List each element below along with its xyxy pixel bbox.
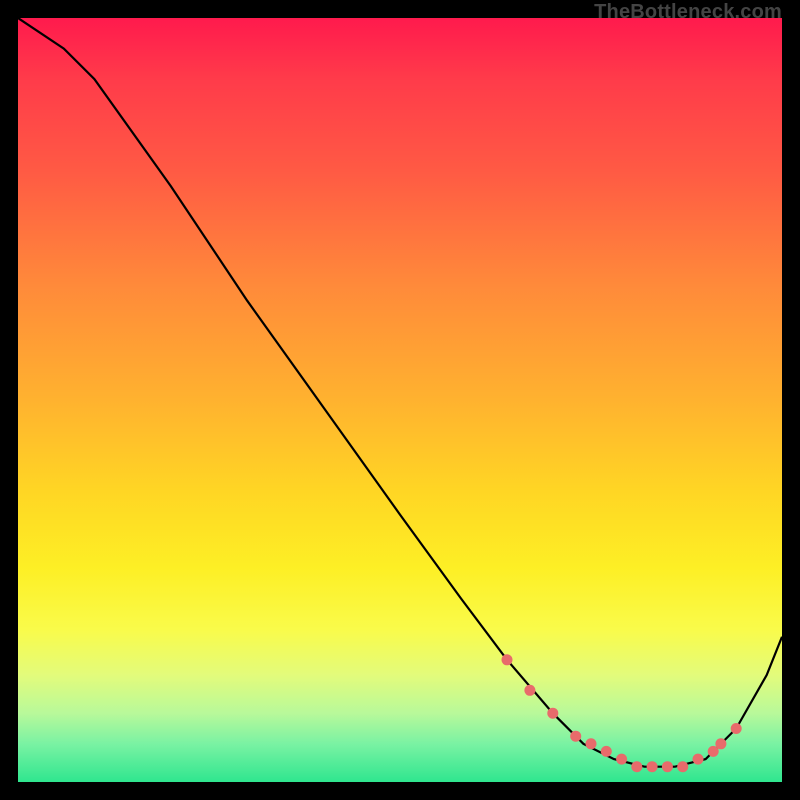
marker-dot <box>647 761 658 772</box>
frame: TheBottleneck.com <box>0 0 800 800</box>
marker-dot <box>693 754 704 765</box>
marker-dot <box>502 654 513 665</box>
curve-line <box>18 18 782 767</box>
marker-dot <box>601 746 612 757</box>
marker-dots <box>502 654 742 772</box>
marker-dot <box>677 761 688 772</box>
marker-dot <box>524 685 535 696</box>
marker-dot <box>662 761 673 772</box>
marker-dot <box>586 738 597 749</box>
marker-dot <box>570 731 581 742</box>
marker-dot <box>715 738 726 749</box>
gradient-plot-area <box>18 18 782 782</box>
marker-dot <box>547 708 558 719</box>
marker-dot <box>631 761 642 772</box>
marker-dot <box>616 754 627 765</box>
marker-dot <box>731 723 742 734</box>
chart-svg <box>18 18 782 782</box>
